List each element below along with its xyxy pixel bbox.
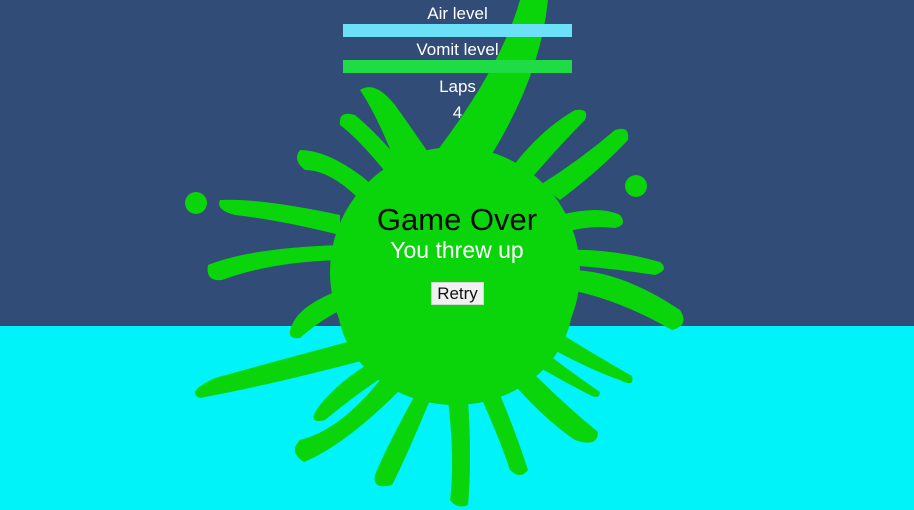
vomit-level-label: Vomit level [416, 40, 499, 59]
game-stage: Air level Vomit level Laps 4 Game Over Y… [0, 0, 914, 510]
air-level-bar [343, 24, 572, 37]
air-level-label: Air level [427, 4, 488, 23]
vomit-level-bar [343, 60, 572, 73]
game-over-title: Game Over [376, 202, 538, 237]
vomit-level-fill [343, 60, 572, 73]
retry-button[interactable]: Retry [431, 282, 484, 305]
laps-value: 4 [452, 103, 463, 122]
game-over-subtitle: You threw up [390, 237, 524, 263]
laps-label: Laps [439, 77, 476, 96]
air-level-fill [343, 24, 572, 37]
